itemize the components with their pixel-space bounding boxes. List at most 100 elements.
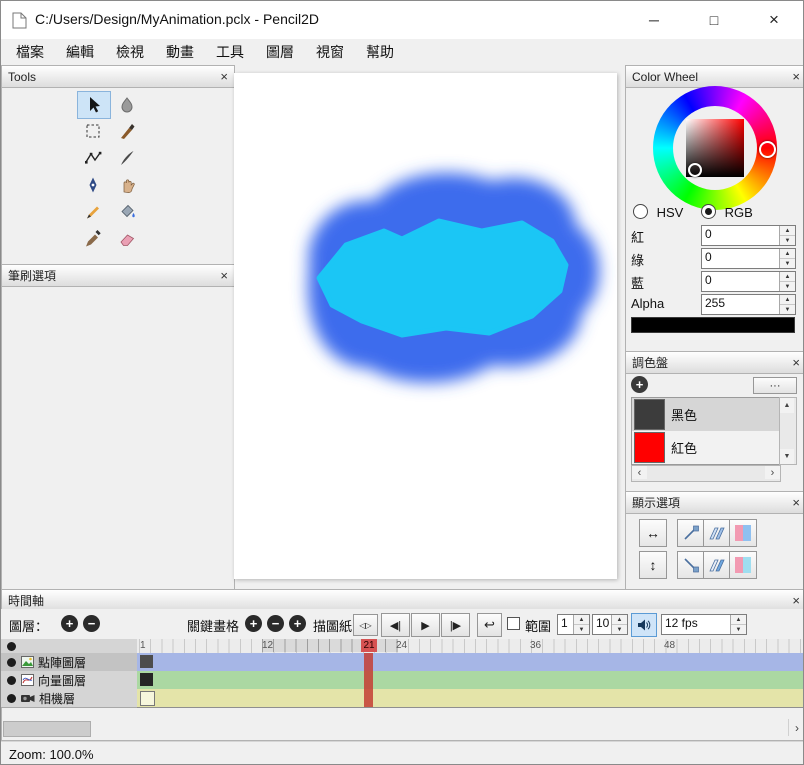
spin-down-icon[interactable]: ▼ xyxy=(612,625,627,634)
fps-spinbox[interactable]: 12 fps ▲▼ xyxy=(661,614,747,635)
menu-help[interactable]: 幫助 xyxy=(355,42,405,62)
bitmap-track[interactable] xyxy=(137,653,804,672)
blue-spinbox[interactable]: 0 ▲▼ xyxy=(701,271,796,292)
menu-window[interactable]: 視窗 xyxy=(305,42,355,62)
layer-row-camera[interactable]: 相機層 xyxy=(1,689,138,708)
next-frame-button[interactable]: |▶ xyxy=(441,613,470,637)
spin-up-icon[interactable]: ▲ xyxy=(612,615,627,625)
spin-down-icon[interactable]: ▼ xyxy=(780,259,795,268)
hue-marker-icon[interactable] xyxy=(759,141,776,158)
overlay-color-a-button[interactable] xyxy=(729,519,757,547)
keyframe-marker[interactable] xyxy=(140,655,153,668)
scroll-up-icon[interactable]: ▲ xyxy=(780,398,794,413)
spin-down-icon[interactable]: ▼ xyxy=(780,236,795,245)
overlay-color-b-button[interactable] xyxy=(729,551,757,579)
spin-down-icon[interactable]: ▼ xyxy=(574,625,589,634)
scroll-left-icon[interactable]: ‹ xyxy=(632,466,647,479)
spin-up-icon[interactable]: ▲ xyxy=(574,615,589,625)
timeline-close-icon[interactable]: × xyxy=(792,593,800,608)
menu-file[interactable]: 檔案 xyxy=(5,42,55,62)
bucket-tool[interactable] xyxy=(111,199,143,225)
palette-close-icon[interactable]: × xyxy=(792,355,800,370)
vector-track[interactable] xyxy=(137,671,804,690)
saturation-value-square[interactable] xyxy=(686,119,744,177)
red-spinbox[interactable]: 0 ▲▼ xyxy=(701,225,796,246)
spin-up-icon[interactable]: ▲ xyxy=(780,272,795,282)
maximize-button[interactable]: □ xyxy=(691,1,737,39)
add-color-button[interactable]: + xyxy=(631,376,648,393)
menu-layer[interactable]: 圖層 xyxy=(255,42,305,62)
spin-up-icon[interactable]: ▲ xyxy=(731,615,746,625)
hsv-radio[interactable]: HSV xyxy=(633,204,683,220)
playhead-handle[interactable]: 21 xyxy=(361,639,377,652)
palette-horizontal-scrollbar[interactable]: ‹ › xyxy=(631,465,781,482)
hand-tool[interactable] xyxy=(111,172,143,198)
angle-a-button[interactable] xyxy=(677,519,705,547)
visibility-dot-icon[interactable] xyxy=(7,642,16,651)
range-checkbox[interactable] xyxy=(507,617,520,630)
polyline-tool[interactable] xyxy=(77,145,109,171)
playhead-line[interactable] xyxy=(364,653,373,707)
menu-tools[interactable]: 工具 xyxy=(205,42,255,62)
spin-up-icon[interactable]: ▲ xyxy=(780,249,795,259)
spin-down-icon[interactable]: ▼ xyxy=(731,625,746,634)
visibility-dot-icon[interactable] xyxy=(7,694,16,703)
display-options-close-icon[interactable]: × xyxy=(792,495,800,510)
menu-edit[interactable]: 編輯 xyxy=(55,42,105,62)
loop-button[interactable]: ↩ xyxy=(477,613,502,637)
hue-ring[interactable] xyxy=(653,86,777,210)
select-tool[interactable] xyxy=(77,118,109,144)
timeline-scroll-right-icon[interactable]: › xyxy=(788,719,804,736)
sv-marker-icon[interactable] xyxy=(688,163,702,177)
timeline-scrollbar-thumb[interactable] xyxy=(3,721,91,737)
hsv-radio-icon[interactable] xyxy=(633,204,648,219)
keyframe-marker[interactable] xyxy=(140,673,153,686)
previous-frame-button[interactable]: ◀| xyxy=(381,613,410,637)
menu-animation[interactable]: 動畫 xyxy=(155,42,205,62)
spin-down-icon[interactable]: ▼ xyxy=(780,305,795,314)
range-end-spinbox[interactable]: 10 ▲▼ xyxy=(592,614,628,635)
flip-horizontal-button[interactable]: ↔ xyxy=(639,519,667,547)
add-keyframe-button[interactable]: + xyxy=(245,615,262,632)
spin-down-icon[interactable]: ▼ xyxy=(780,282,795,291)
scroll-down-icon[interactable]: ▼ xyxy=(780,449,794,464)
duplicate-keyframe-button[interactable]: + xyxy=(289,615,306,632)
alpha-spinbox[interactable]: 255 ▲▼ xyxy=(701,294,796,315)
scroll-right-icon[interactable]: › xyxy=(765,466,780,479)
ink-pen-tool[interactable] xyxy=(77,172,109,198)
range-start-spinbox[interactable]: 1 ▲▼ xyxy=(557,614,590,635)
pencil-tool[interactable] xyxy=(77,199,109,225)
brush-tool[interactable] xyxy=(111,118,143,144)
palette-item-red[interactable]: 紅色 xyxy=(632,431,780,464)
play-button[interactable]: ▶ xyxy=(411,613,440,637)
color-wheel-close-icon[interactable]: × xyxy=(792,69,800,84)
smudge-tool[interactable] xyxy=(111,91,143,117)
visibility-dot-icon[interactable] xyxy=(7,658,16,667)
frame-ruler[interactable]: 1 12 24 36 48 21 xyxy=(137,639,804,654)
spin-up-icon[interactable]: ▲ xyxy=(780,295,795,305)
camera-track[interactable] xyxy=(137,689,804,708)
sound-toggle-button[interactable] xyxy=(631,613,657,637)
move-tool[interactable] xyxy=(77,91,111,119)
drawing-canvas[interactable] xyxy=(234,73,617,579)
pen-tool[interactable] xyxy=(111,145,143,171)
keyframe-marker[interactable] xyxy=(140,691,155,706)
remove-layer-button[interactable]: − xyxy=(83,615,100,632)
rgb-radio[interactable]: RGB xyxy=(701,204,753,220)
menu-view[interactable]: 檢視 xyxy=(105,42,155,62)
rgb-radio-icon[interactable] xyxy=(701,204,716,219)
palette-more-button[interactable]: ··· xyxy=(753,377,797,394)
visibility-dot-icon[interactable] xyxy=(7,676,16,685)
green-spinbox[interactable]: 0 ▲▼ xyxy=(701,248,796,269)
onion-skin-button[interactable]: ◁▷ xyxy=(353,614,378,636)
minimize-button[interactable]: ─ xyxy=(631,1,677,39)
mirror-layers-2-button[interactable] xyxy=(703,551,731,579)
palette-vertical-scrollbar[interactable]: ▲ ▼ xyxy=(779,397,797,465)
layer-row-bitmap[interactable]: 點陣圖層 xyxy=(1,653,138,672)
eraser-tool[interactable] xyxy=(111,226,143,252)
layer-row-vector[interactable]: 向量圖層 xyxy=(1,671,138,690)
remove-keyframe-button[interactable]: − xyxy=(267,615,284,632)
tools-panel-close-icon[interactable]: × xyxy=(220,69,228,84)
add-layer-button[interactable]: + xyxy=(61,615,78,632)
mirror-layers-button[interactable] xyxy=(703,519,731,547)
